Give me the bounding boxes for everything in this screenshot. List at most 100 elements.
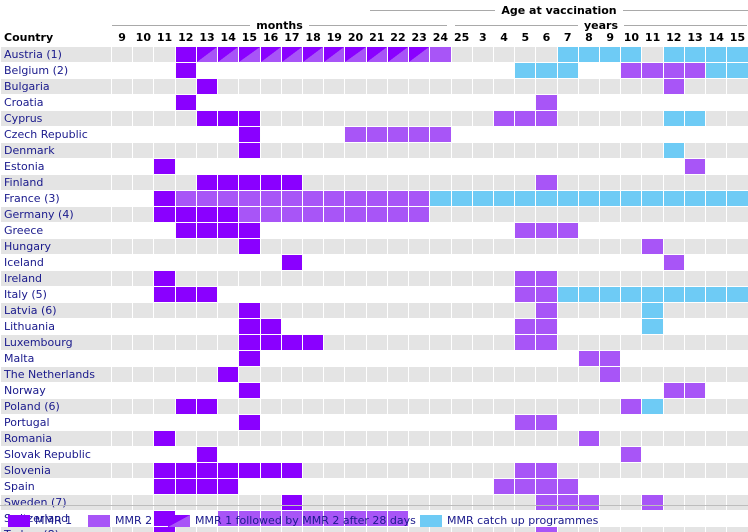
cell-empty <box>663 127 684 142</box>
cell-empty <box>451 207 472 222</box>
cell-empty <box>600 175 621 190</box>
cell-empty <box>515 127 536 142</box>
cell-empty <box>260 447 281 462</box>
cell-empty <box>515 79 536 94</box>
schedule-body: Austria (1) Belgium (2) Bulgaria Croatia Cyp… <box>1 47 748 532</box>
cell-empty <box>387 287 409 302</box>
cell-empty <box>218 447 239 462</box>
cell-empty <box>578 159 600 174</box>
cell-empty <box>451 271 472 286</box>
cell-empty <box>472 335 493 350</box>
cell-empty <box>642 463 663 478</box>
cell-empty <box>578 367 600 382</box>
cell-empty <box>621 335 642 350</box>
cell-empty <box>578 383 600 398</box>
cell-empty <box>578 207 600 222</box>
country-label: Latvia (6) <box>1 303 111 318</box>
column-header-month-13: 13 <box>196 32 218 46</box>
cell-empty <box>196 351 218 366</box>
legend-label-catch: MMR catch up programmes <box>447 514 599 527</box>
cell-catch <box>642 191 663 206</box>
years-rule-left <box>455 24 578 26</box>
cell-empty <box>578 415 600 430</box>
cell-empty <box>302 447 324 462</box>
cell-mmr2 <box>663 79 684 94</box>
cell-catch <box>578 191 600 206</box>
column-header-month-21: 21 <box>366 32 387 46</box>
cell-empty <box>260 415 281 430</box>
cell-empty <box>642 447 663 462</box>
cell-empty <box>557 335 578 350</box>
cell-empty <box>154 239 175 254</box>
cell-catch <box>557 191 578 206</box>
country-label: Lithuania <box>1 319 111 334</box>
cell-empty <box>642 271 663 286</box>
cell-empty <box>175 319 196 334</box>
cell-empty <box>218 63 239 78</box>
cell-empty <box>451 159 472 174</box>
cell-empty <box>366 159 387 174</box>
cell-empty <box>239 63 260 78</box>
cell-both <box>409 47 430 62</box>
cell-mmr2 <box>345 191 366 206</box>
cell-empty <box>387 335 409 350</box>
cell-empty <box>366 287 387 302</box>
cell-empty <box>430 255 451 270</box>
cell-empty <box>578 175 600 190</box>
cell-empty <box>366 63 387 78</box>
cell-mmr2 <box>387 207 409 222</box>
cell-mmr2 <box>493 479 515 494</box>
cell-empty <box>536 47 557 62</box>
cell-empty <box>154 255 175 270</box>
column-header-month-14: 14 <box>218 32 239 46</box>
cell-empty <box>706 319 727 334</box>
cell-empty <box>409 159 430 174</box>
cell-empty <box>345 303 366 318</box>
cell-empty <box>642 159 663 174</box>
cell-empty <box>324 383 345 398</box>
table-row: The Netherlands <box>1 367 748 382</box>
years-rule-right <box>624 24 747 26</box>
cell-mmr1 <box>175 207 196 222</box>
cell-empty <box>600 479 621 494</box>
cell-empty <box>218 287 239 302</box>
cell-empty <box>281 431 302 446</box>
cell-mmr2 <box>302 207 324 222</box>
cell-mmr1 <box>239 415 260 430</box>
cell-empty <box>727 415 748 430</box>
cell-empty <box>260 159 281 174</box>
cell-empty <box>663 207 684 222</box>
cell-empty <box>260 111 281 126</box>
cell-empty <box>409 335 430 350</box>
cell-mmr1 <box>196 287 218 302</box>
cell-empty <box>112 479 133 494</box>
cell-mmr1 <box>260 335 281 350</box>
cell-mmr1 <box>239 319 260 334</box>
cell-empty <box>196 431 218 446</box>
cell-empty <box>472 127 493 142</box>
cell-empty <box>642 367 663 382</box>
cell-empty <box>727 367 748 382</box>
cell-empty <box>621 255 642 270</box>
cell-empty <box>472 79 493 94</box>
cell-empty <box>557 463 578 478</box>
cell-empty <box>557 79 578 94</box>
column-header-year-10: 10 <box>621 32 642 46</box>
cell-empty <box>727 111 748 126</box>
cell-mmr1 <box>154 191 175 206</box>
cell-catch <box>451 191 472 206</box>
cell-empty <box>472 271 493 286</box>
cell-empty <box>706 127 727 142</box>
cell-empty <box>175 351 196 366</box>
cell-empty <box>366 271 387 286</box>
cell-empty <box>621 271 642 286</box>
cell-empty <box>345 239 366 254</box>
cell-mmr1 <box>196 399 218 414</box>
cell-empty <box>133 191 154 206</box>
column-header-year-7: 7 <box>557 32 578 46</box>
column-header-month-17: 17 <box>281 32 302 46</box>
cell-empty <box>239 79 260 94</box>
cell-empty <box>493 399 515 414</box>
cell-empty <box>218 79 239 94</box>
cell-empty <box>600 95 621 110</box>
